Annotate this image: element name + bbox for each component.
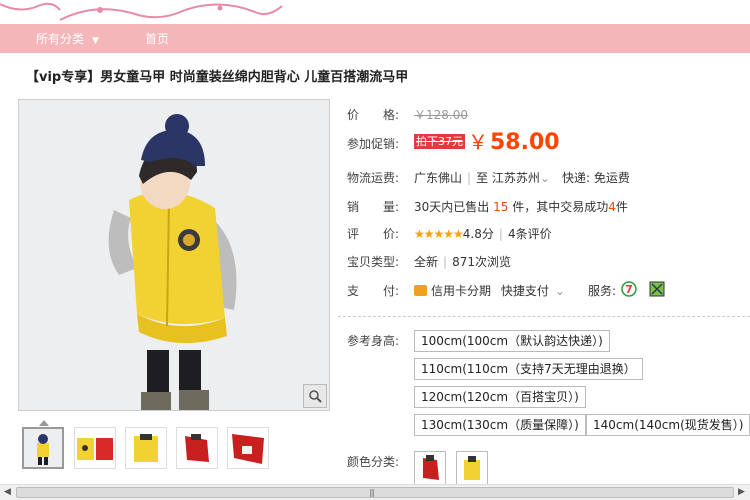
- sold-count: 15: [493, 200, 509, 214]
- shop-nav-bar: 所有分类 ▼ 首页: [0, 24, 750, 53]
- product-title: 【vip专享】男女童马甲 时尚童装丝绵内胆背心 儿童百搭潮流马甲: [26, 70, 409, 85]
- main-product-image[interactable]: [18, 99, 330, 411]
- shipping-destination[interactable]: 江苏苏州⌄: [492, 171, 550, 185]
- section-divider: [338, 316, 750, 317]
- guarantee-icon[interactable]: [649, 281, 665, 297]
- success-count: 4: [608, 200, 616, 214]
- size-label: 参考身高:: [347, 334, 400, 348]
- sales-label: 销 量:: [347, 200, 400, 214]
- item-condition: 全新: [414, 255, 439, 269]
- price-label: 价 格:: [347, 108, 400, 122]
- service-label: 服务:: [588, 284, 617, 298]
- thumbnail-image: [177, 428, 217, 468]
- nav-all-categories[interactable]: 所有分类 ▼: [36, 30, 99, 47]
- shop-banner: [0, 0, 750, 24]
- sales-suffix: 件: [615, 200, 628, 214]
- shipping-to: 至: [476, 171, 489, 185]
- sales-info: 30天内已售出 15 件，其中交易成功4件: [414, 198, 628, 215]
- item-type-label: 宝贝类型:: [347, 255, 400, 269]
- nav-home[interactable]: 首页: [145, 30, 169, 47]
- quick-pay[interactable]: 快捷支付 ⌄: [501, 284, 565, 298]
- credit-installment[interactable]: 信用卡分期: [431, 284, 491, 298]
- promo-tag: 拍下37元: [414, 134, 465, 149]
- magnifier-icon: [309, 390, 322, 403]
- size-option-110[interactable]: 110cm(110cm（支持7天无理由退换）: [414, 358, 643, 380]
- scroll-right-icon[interactable]: ▶: [738, 487, 745, 497]
- seven-day-return-icon[interactable]: 7: [621, 281, 637, 297]
- thumbnail-3[interactable]: [125, 427, 167, 469]
- promo-tag-text: 拍下37元: [416, 135, 463, 148]
- thumbnail-5[interactable]: [227, 427, 269, 469]
- original-price: ￥128.00: [414, 108, 468, 122]
- chevron-down-icon: ▼: [92, 36, 99, 46]
- horizontal-scrollbar[interactable]: ◀ ||| ▶: [0, 484, 750, 500]
- nav-all-categories-label: 所有分类: [36, 32, 85, 46]
- svg-text:7: 7: [625, 283, 633, 296]
- color-label: 颜色分类:: [347, 455, 400, 469]
- view-count: 871次浏览: [452, 255, 511, 269]
- color-option-red[interactable]: [414, 451, 446, 485]
- scrollbar-thumb[interactable]: |||: [16, 487, 734, 498]
- thumbnail-image: [24, 429, 62, 467]
- sales-prefix: 30天内已售出: [414, 200, 490, 214]
- payment-info: 信用卡分期 快捷支付 ⌄: [414, 282, 565, 299]
- color-option-yellow[interactable]: [456, 451, 488, 485]
- active-thumbnail-pointer: [39, 420, 49, 426]
- thumbnail-image: [228, 428, 268, 468]
- chevron-down-icon: ⌄: [539, 171, 550, 185]
- shipping-label: 物流运费:: [347, 171, 400, 185]
- size-option-140[interactable]: 140cm(140cm(现货发售）): [586, 414, 750, 436]
- thumbnail-image: [126, 428, 166, 468]
- scrollbar-grip-icon: |||: [369, 488, 375, 497]
- product-page: 所有分类 ▼ 首页 【vip专享】男女童马甲 时尚童装丝绵内胆背心 儿童百搭潮流马…: [0, 0, 750, 500]
- zoom-button[interactable]: [303, 384, 327, 408]
- quick-pay-label: 快捷支付: [500, 284, 549, 298]
- item-type-info: 全新 | 871次浏览: [414, 255, 511, 269]
- rating-info: ★★★★★4.8分 | 4条评价: [414, 227, 552, 241]
- child-in-yellow-vest-photo: [19, 100, 329, 410]
- rating-score: 4.8分: [462, 227, 494, 241]
- star-rating-icon: ★★★★★: [414, 227, 464, 241]
- thumbnail-1[interactable]: [22, 427, 64, 469]
- yellow-vest-swatch-image: [457, 452, 487, 484]
- promo-price-value: 58.00: [490, 130, 560, 155]
- payment-label: 支 付:: [347, 284, 400, 298]
- shipping-fee: 快递: 免运费: [562, 171, 630, 185]
- chevron-down-icon: ⌄: [554, 284, 565, 298]
- shipping-destination-label: 江苏苏州: [491, 171, 540, 185]
- promo-price: ￥58.00: [468, 126, 560, 155]
- thumbnail-2[interactable]: [74, 427, 116, 469]
- shipping-info: 广东佛山 | 至 江苏苏州⌄: [414, 171, 550, 185]
- sales-mid: 件，其中交易成功: [512, 200, 609, 214]
- thumbnail-image: [75, 428, 115, 468]
- rating-label: 评 价:: [347, 227, 400, 241]
- banner-ornament: [0, 2, 283, 21]
- promo-label: 参加促销:: [347, 137, 400, 151]
- review-count-link[interactable]: 4条评价: [508, 227, 552, 241]
- thumbnail-4[interactable]: [176, 427, 218, 469]
- red-vest-swatch-image: [415, 452, 445, 484]
- credit-card-icon: [414, 285, 427, 296]
- size-option-130[interactable]: 130cm(130cm（质量保障）): [414, 414, 586, 436]
- size-option-120[interactable]: 120cm(120cm（百搭宝贝）): [414, 386, 586, 408]
- size-option-100[interactable]: 100cm(100cm（默认韵达快递）): [414, 330, 610, 352]
- shipping-origin: 广东佛山: [414, 171, 463, 185]
- currency-symbol: ￥: [468, 130, 488, 154]
- scroll-left-icon[interactable]: ◀: [4, 487, 11, 497]
